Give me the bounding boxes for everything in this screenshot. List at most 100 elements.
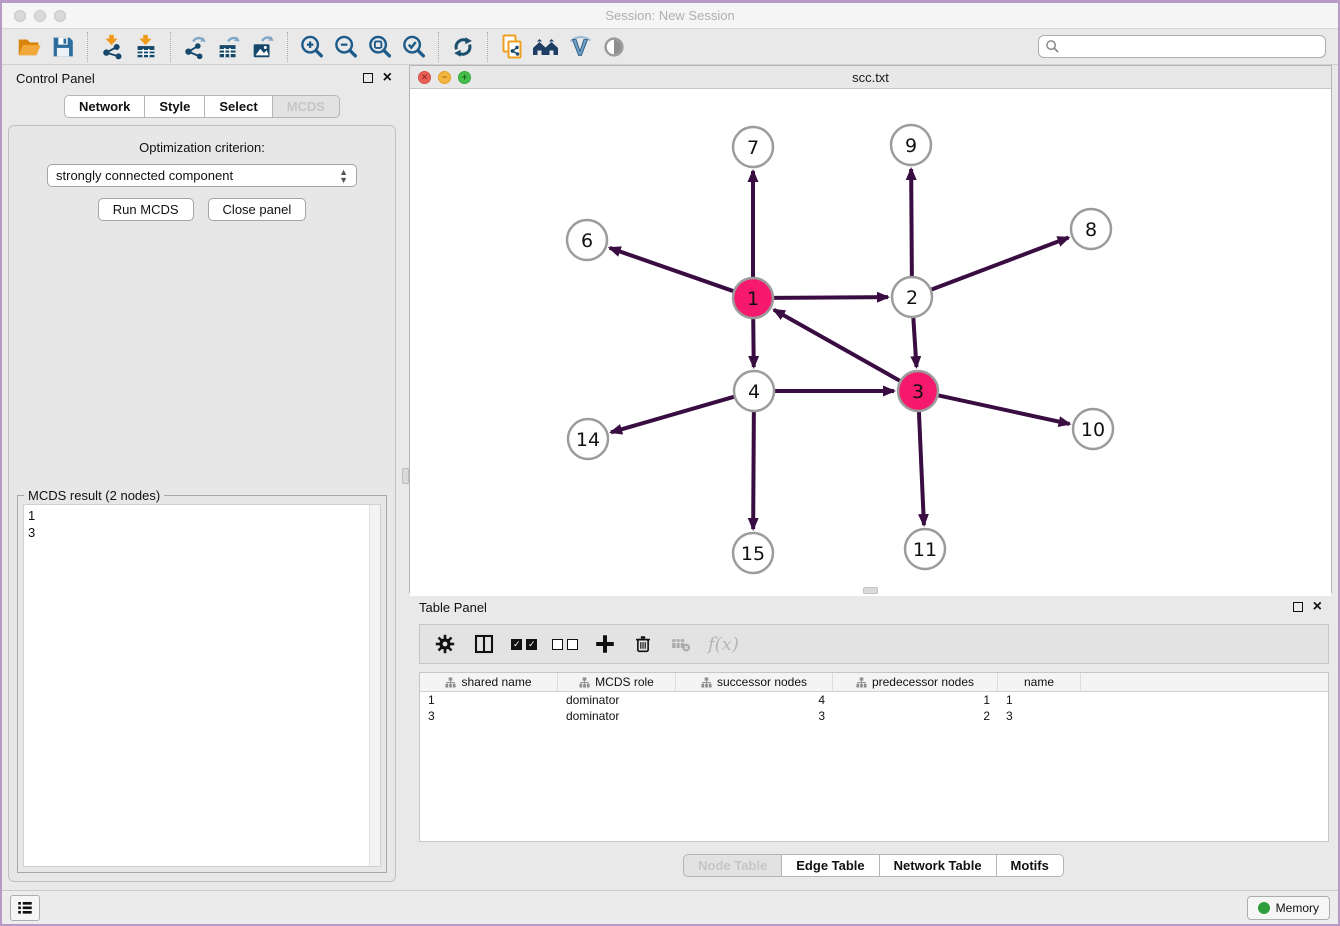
table-row[interactable]: 1dominator411 [420, 692, 1328, 708]
import-network-button[interactable] [95, 31, 129, 63]
table-cell[interactable]: 3 [676, 708, 833, 724]
table-cell[interactable]: 3 [420, 708, 558, 724]
graph-node-label: 6 [581, 230, 593, 252]
graph-edge-3-1[interactable] [774, 310, 900, 381]
clone-network-button[interactable] [495, 31, 529, 63]
task-history-button[interactable] [10, 895, 40, 921]
column-header-label: successor nodes [717, 675, 807, 689]
column-header-MCDS-role[interactable]: MCDS role [558, 673, 676, 691]
run-mcds-button[interactable]: Run MCDS [98, 198, 194, 221]
column-header-predecessor-nodes[interactable]: predecessor nodes [833, 673, 998, 691]
network-window-titlebar[interactable]: ✕ − + scc.txt [410, 66, 1331, 89]
open-session-button[interactable] [12, 31, 46, 63]
network-maximize-icon[interactable]: + [458, 71, 471, 84]
table-panel-title: Table Panel [419, 600, 487, 615]
table-cell[interactable]: 2 [833, 708, 998, 724]
zoom-fit-button[interactable] [363, 31, 397, 63]
tab-network[interactable]: Network [64, 95, 145, 118]
table-row[interactable]: 3dominator323 [420, 708, 1328, 724]
graph-edge-3-11[interactable] [919, 412, 924, 525]
export-network-button[interactable] [178, 31, 212, 63]
import-table-button[interactable] [129, 31, 163, 63]
table-cell[interactable]: 3 [998, 708, 1081, 724]
close-table-panel-icon[interactable]: × [1313, 602, 1322, 612]
vizmapper-button[interactable] [563, 31, 597, 63]
graph-edge-3-10[interactable] [939, 395, 1070, 423]
graph-edge-1-6[interactable] [610, 248, 734, 291]
table-columns-button[interactable] [472, 632, 496, 656]
panel-splitter[interactable] [402, 65, 409, 890]
network-graph[interactable]: 7968124314101511 [410, 89, 1331, 591]
network-minimize-icon[interactable]: − [438, 71, 451, 84]
tab-node-table[interactable]: Node Table [683, 854, 782, 877]
memory-button[interactable]: Memory [1247, 896, 1330, 920]
mcds-result-line: 1 [28, 507, 376, 524]
graph-edge-4-15[interactable] [753, 412, 754, 529]
graph-edge-1-4[interactable] [753, 319, 754, 367]
home-button[interactable] [529, 31, 563, 63]
mcds-result-text[interactable]: 13 [23, 504, 381, 867]
search-box[interactable] [1038, 35, 1326, 58]
tab-edge-table[interactable]: Edge Table [782, 854, 879, 877]
graph-edge-2-3[interactable] [913, 318, 916, 367]
node-table[interactable]: shared name MCDS role successor nodes prede… [419, 672, 1329, 842]
zoom-out-icon [332, 33, 360, 61]
table-cell[interactable]: 4 [676, 692, 833, 708]
graph-node-label: 4 [748, 381, 760, 403]
close-panel-button[interactable]: Close panel [208, 198, 307, 221]
table-cell[interactable]: 1 [833, 692, 998, 708]
table-cell[interactable]: dominator [558, 692, 676, 708]
delete-table-button [669, 632, 693, 656]
column-header-successor-nodes[interactable]: successor nodes [676, 673, 833, 691]
network-close-icon[interactable]: ✕ [418, 71, 431, 84]
mcds-result-lines: 13 [28, 507, 376, 541]
graph-edge-2-8[interactable] [932, 238, 1069, 290]
mcds-result-title: MCDS result (2 nodes) [24, 488, 164, 503]
column-header-shared-name[interactable]: shared name [420, 673, 558, 691]
zoom-in-button[interactable] [295, 31, 329, 63]
save-session-button[interactable] [46, 31, 80, 63]
tab-style[interactable]: Style [145, 95, 205, 118]
tab-network-table[interactable]: Network Table [880, 854, 997, 877]
export-network-icon [181, 33, 209, 61]
deselect-all-button[interactable] [552, 639, 578, 650]
add-row-button[interactable] [593, 632, 617, 656]
network-canvas[interactable]: 7968124314101511 [410, 89, 1331, 596]
close-panel-icon[interactable]: × [383, 73, 392, 83]
column-header-filler [1081, 673, 1328, 691]
export-table-button[interactable] [212, 31, 246, 63]
float-table-panel-icon[interactable] [1293, 602, 1303, 612]
refresh-button[interactable] [446, 31, 480, 63]
splitter-grip[interactable] [402, 468, 409, 484]
column-header-name[interactable]: name [998, 673, 1081, 691]
graph-edge-1-2[interactable] [774, 297, 888, 298]
column-header-label: predecessor nodes [872, 675, 974, 689]
table-cell[interactable]: dominator [558, 708, 676, 724]
table-cell[interactable]: 1 [420, 692, 558, 708]
column-type-icon [701, 677, 712, 688]
zoom-in-icon [298, 33, 326, 61]
zoom-selected-button[interactable] [397, 31, 431, 63]
canvas-grip[interactable] [863, 587, 878, 594]
open-folder-icon [15, 33, 43, 61]
tab-motifs[interactable]: Motifs [997, 854, 1064, 877]
tab-mcds[interactable]: MCDS [273, 95, 340, 118]
vizmapper-icon [566, 33, 594, 61]
criterion-dropdown[interactable]: strongly connected component ▲▼ [47, 164, 357, 187]
network-window: ✕ − + scc.txt 7968124314101511 [409, 65, 1332, 593]
zoom-out-button[interactable] [329, 31, 363, 63]
export-image-button[interactable] [246, 31, 280, 63]
eye-button[interactable] [597, 31, 631, 63]
delete-row-button[interactable] [632, 632, 654, 656]
graph-edge-2-9[interactable] [911, 169, 912, 276]
table-cell[interactable]: 1 [998, 692, 1081, 708]
table-header-row: shared name MCDS role successor nodes prede… [420, 673, 1328, 692]
tab-select[interactable]: Select [205, 95, 272, 118]
select-all-button[interactable] [511, 639, 537, 650]
graph-edge-4-14[interactable] [611, 397, 734, 433]
float-panel-icon[interactable] [363, 73, 373, 83]
column-header-label: MCDS role [595, 675, 654, 689]
search-input[interactable] [1060, 38, 1325, 56]
mcds-scrollbar[interactable] [369, 505, 380, 866]
table-settings-button[interactable] [433, 632, 457, 656]
